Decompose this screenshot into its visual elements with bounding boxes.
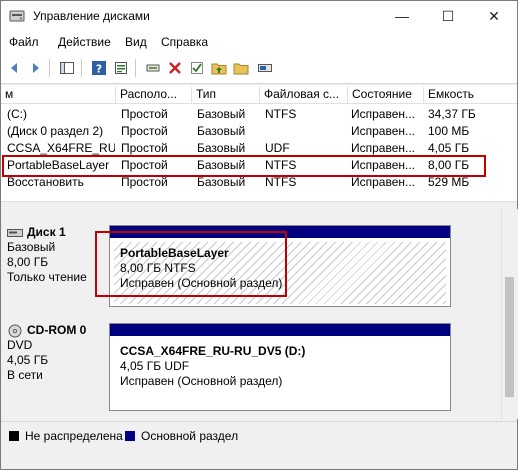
cell-status: Исправен... <box>351 175 416 189</box>
legend: Не распределена Основной раздел <box>1 421 517 448</box>
highlight-box-partition <box>95 231 287 297</box>
connect-icon[interactable] <box>145 60 161 76</box>
column-filesystem[interactable]: Файловая с... <box>259 87 344 103</box>
cell-type: Базовый <box>197 107 246 121</box>
title-bar[interactable]: Управление дисками — ☐ ✕ <box>1 1 517 31</box>
cell-filesystem: NTFS <box>265 175 297 189</box>
disk-1-status: Только чтение <box>7 270 87 284</box>
disk-1-type: Базовый <box>7 240 56 254</box>
disk-1-info[interactable]: Диск 1 Базовый 8,00 ГБ Только чтение <box>7 225 105 305</box>
cell-filesystem: UDF <box>265 141 290 155</box>
partition-ccsa-d[interactable]: CCSA_X64FRE_RU-RU_DV5 (D:) 4,05 ГБ UDF И… <box>109 323 451 411</box>
cell-layout: Простой <box>121 107 168 121</box>
horizontal-scrollbar[interactable] <box>1 201 517 208</box>
cdrom-0-size: 4,05 ГБ <box>7 353 49 367</box>
hard-disk-icon <box>7 228 23 237</box>
table-row[interactable]: (Диск 0 раздел 2) Простой Базовый Исправ… <box>1 123 517 140</box>
cdrom-0-name: CD-ROM 0 <box>27 323 87 337</box>
disk-1-size: 8,00 ГБ <box>7 255 49 269</box>
table-row[interactable]: (C:) Простой Базовый NTFS Исправен... 34… <box>1 106 517 123</box>
cell-volume: (Диск 0 раздел 2) <box>7 124 104 138</box>
column-type[interactable]: Тип <box>191 87 258 103</box>
forward-icon[interactable] <box>27 60 43 76</box>
cdrom-0-block: CD-ROM 0 DVD 4,05 ГБ В сети CCSA_X64FRE_… <box>7 323 501 411</box>
cell-status: Исправен... <box>351 107 416 121</box>
cell-layout: Простой <box>121 141 168 155</box>
cell-layout: Простой <box>121 175 168 189</box>
cell-capacity: 34,37 ГБ <box>428 107 476 121</box>
cell-volume: Восстановить <box>7 175 84 189</box>
cell-status: Исправен... <box>351 124 416 138</box>
legend-unallocated: Не распределена <box>25 429 123 443</box>
highlight-box-volume-row <box>2 155 486 177</box>
help-icon[interactable]: ? <box>91 60 107 76</box>
scrollbar-thumb[interactable] <box>505 277 514 397</box>
toolbar: ? <box>1 53 517 84</box>
cdrom-0-status: В сети <box>7 368 43 382</box>
maximize-button[interactable]: ☐ <box>425 1 471 31</box>
svg-text:?: ? <box>96 63 102 76</box>
vertical-scrollbar[interactable] <box>501 209 518 419</box>
legend-primary-partition: Основной раздел <box>141 429 239 443</box>
column-capacity[interactable]: Емкость <box>423 87 518 103</box>
disk-map-area: Диск 1 Базовый 8,00 ГБ Только чтение Por… <box>1 209 501 419</box>
cell-filesystem: NTFS <box>265 107 297 121</box>
menu-action[interactable]: Действие <box>58 35 111 49</box>
toolbar-separator <box>81 59 82 77</box>
menu-bar: Файл Действие Вид Справка <box>1 31 517 53</box>
cell-type: Базовый <box>197 175 246 189</box>
column-status[interactable]: Состояние <box>347 87 422 103</box>
close-button[interactable]: ✕ <box>471 1 517 31</box>
cell-volume: CCSA_X64FRE_RU-... <box>7 141 115 155</box>
menu-file[interactable]: Файл <box>9 35 39 49</box>
partition-body: CCSA_X64FRE_RU-RU_DV5 (D:) 4,05 ГБ UDF И… <box>114 340 446 408</box>
status-bar <box>1 447 517 469</box>
unallocated-swatch <box>9 431 19 441</box>
properties-icon[interactable] <box>113 60 129 76</box>
check-icon[interactable] <box>189 60 205 76</box>
primary-partition-stripe <box>110 324 450 336</box>
cell-layout: Простой <box>121 124 168 138</box>
cell-volume: (C:) <box>7 107 27 121</box>
disk-view-icon[interactable] <box>257 60 273 76</box>
cell-type: Базовый <box>197 124 246 138</box>
cell-capacity: 100 МБ <box>428 124 470 138</box>
folder-up-icon[interactable] <box>211 60 227 76</box>
menu-view[interactable]: Вид <box>125 35 147 49</box>
minimize-button[interactable]: — <box>379 1 425 31</box>
disk-management-app-icon <box>9 10 25 22</box>
disk-management-window: Управление дисками — ☐ ✕ Файл Действие В… <box>0 0 518 470</box>
column-layout[interactable]: Располо... <box>115 87 190 103</box>
cdrom-0-info[interactable]: CD-ROM 0 DVD 4,05 ГБ В сети <box>7 323 105 409</box>
toolbar-separator <box>135 59 136 77</box>
delete-icon[interactable] <box>167 60 183 76</box>
cell-status: Исправен... <box>351 141 416 155</box>
volume-list-header: м Располо... Тип Файловая с... Состояние… <box>1 85 517 104</box>
cdrom-0-type: DVD <box>7 338 33 352</box>
cell-type: Базовый <box>197 141 246 155</box>
cd-rom-icon <box>8 324 22 337</box>
cell-capacity: 529 МБ <box>428 175 470 189</box>
disk-1-name: Диск 1 <box>27 225 66 239</box>
partition-name: CCSA_X64FRE_RU-RU_DV5 (D:) <box>120 344 306 358</box>
primary-partition-swatch <box>125 431 135 441</box>
console-tree-icon[interactable] <box>59 60 75 76</box>
toolbar-separator <box>49 59 50 77</box>
folder-icon[interactable] <box>233 60 249 76</box>
partition-status: Исправен (Основной раздел) <box>120 374 283 388</box>
window-title: Управление дисками <box>33 9 150 23</box>
partition-size-fs: 4,05 ГБ UDF <box>120 359 190 373</box>
column-volume[interactable]: м <box>1 87 115 103</box>
volume-list: м Располо... Тип Файловая с... Состояние… <box>1 85 517 201</box>
cell-capacity: 4,05 ГБ <box>428 141 470 155</box>
menu-help[interactable]: Справка <box>161 35 208 49</box>
back-icon[interactable] <box>7 60 23 76</box>
